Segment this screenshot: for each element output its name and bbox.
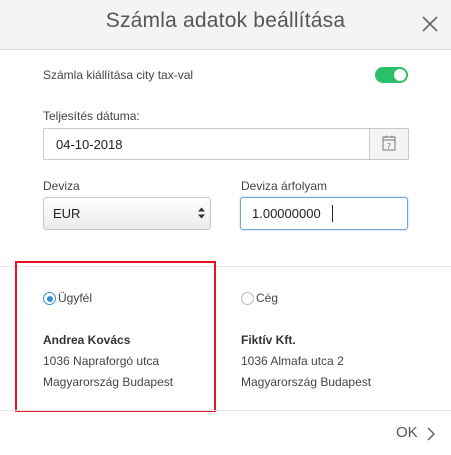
radio-dot (46, 295, 53, 302)
toggle-knob (394, 69, 406, 81)
calendar-day: 7 (387, 144, 391, 151)
exchange-rate-input[interactable]: 1.00000000 (240, 197, 408, 230)
radio-client[interactable] (43, 292, 56, 305)
exchange-rate-label: Deviza árfolyam (241, 179, 328, 193)
company-name: Fiktív Kft. (241, 333, 296, 347)
text-cursor (332, 205, 333, 222)
dialog-header: Számla adatok beállítása (0, 0, 451, 50)
chevron-right-icon[interactable] (425, 426, 437, 447)
radio-client-label[interactable]: Ügyfél (58, 291, 92, 305)
completion-date-label: Teljesítés dátuma: (43, 109, 140, 123)
city-tax-toggle[interactable] (375, 67, 408, 83)
radio-company[interactable] (241, 292, 254, 305)
radio-company-label[interactable]: Cég (256, 291, 278, 305)
company-address-line2: Magyarország Budapest (241, 375, 372, 389)
city-tax-label: Számla kiállítása city tax-val (43, 68, 194, 82)
company-address-line1: 1036 Almafa utca 2 (241, 354, 344, 368)
dialog-title: Számla adatok beállítása (105, 9, 346, 32)
exchange-rate-value: 1.00000000 (252, 206, 321, 221)
updown-arrows-icon (197, 206, 206, 225)
client-address-line2: Magyarország Budapest (43, 375, 174, 389)
currency-select[interactable]: EUR (43, 197, 211, 230)
calendar-icon[interactable]: 7 (369, 129, 408, 159)
close-icon[interactable] (417, 11, 443, 37)
client-address-line1: 1036 Napraforgó utca (43, 354, 160, 368)
currency-label: Deviza (43, 179, 80, 193)
footer-divider (0, 410, 451, 411)
currency-selected-value: EUR (53, 206, 81, 221)
completion-date-field[interactable]: 04-10-2018 7 (43, 128, 409, 160)
ok-button[interactable]: OK (396, 424, 418, 441)
completion-date-value: 04-10-2018 (56, 137, 123, 152)
client-name: Andrea Kovács (43, 333, 131, 347)
